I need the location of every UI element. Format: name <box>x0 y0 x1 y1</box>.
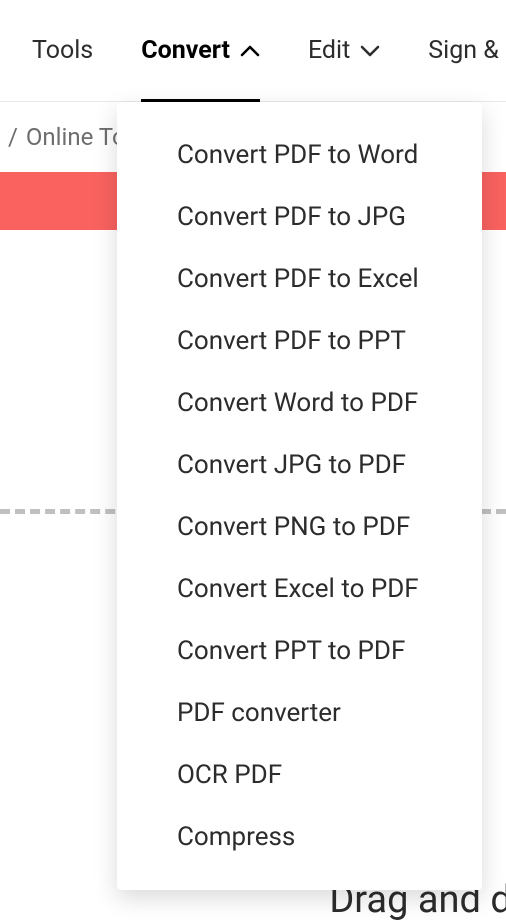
menu-item-ocr-pdf[interactable]: OCR PDF <box>117 744 482 806</box>
nav-edit[interactable]: Edit <box>284 0 404 102</box>
menu-item-jpg-to-pdf[interactable]: Convert JPG to PDF <box>117 434 482 496</box>
nav-convert-label: Convert <box>141 36 230 65</box>
menu-item-pdf-converter[interactable]: PDF converter <box>117 682 482 744</box>
chevron-up-icon <box>240 45 260 57</box>
menu-item-ppt-to-pdf[interactable]: Convert PPT to PDF <box>117 620 482 682</box>
breadcrumb-online-tools: Online To <box>26 123 126 151</box>
menu-item-png-to-pdf[interactable]: Convert PNG to PDF <box>117 496 482 558</box>
menu-item-pdf-to-word[interactable]: Convert PDF to Word <box>117 124 482 186</box>
menu-item-excel-to-pdf[interactable]: Convert Excel to PDF <box>117 558 482 620</box>
nav-tools-label: Tools <box>32 36 93 65</box>
nav-tools[interactable]: Tools <box>8 0 117 102</box>
breadcrumb-separator: / <box>8 123 18 151</box>
main-nav: Tools Convert Edit Sign & P <box>0 0 506 102</box>
convert-dropdown-menu: Convert PDF to Word Convert PDF to JPG C… <box>117 102 482 890</box>
menu-item-pdf-to-ppt[interactable]: Convert PDF to PPT <box>117 310 482 372</box>
menu-item-compress[interactable]: Compress <box>117 806 482 868</box>
nav-sign-label: Sign & P <box>428 36 506 65</box>
chevron-down-icon <box>360 45 380 57</box>
nav-sign[interactable]: Sign & P <box>404 0 506 102</box>
menu-item-pdf-to-excel[interactable]: Convert PDF to Excel <box>117 248 482 310</box>
nav-convert[interactable]: Convert <box>117 0 284 102</box>
menu-item-pdf-to-jpg[interactable]: Convert PDF to JPG <box>117 186 482 248</box>
menu-item-word-to-pdf[interactable]: Convert Word to PDF <box>117 372 482 434</box>
nav-edit-label: Edit <box>308 36 350 65</box>
